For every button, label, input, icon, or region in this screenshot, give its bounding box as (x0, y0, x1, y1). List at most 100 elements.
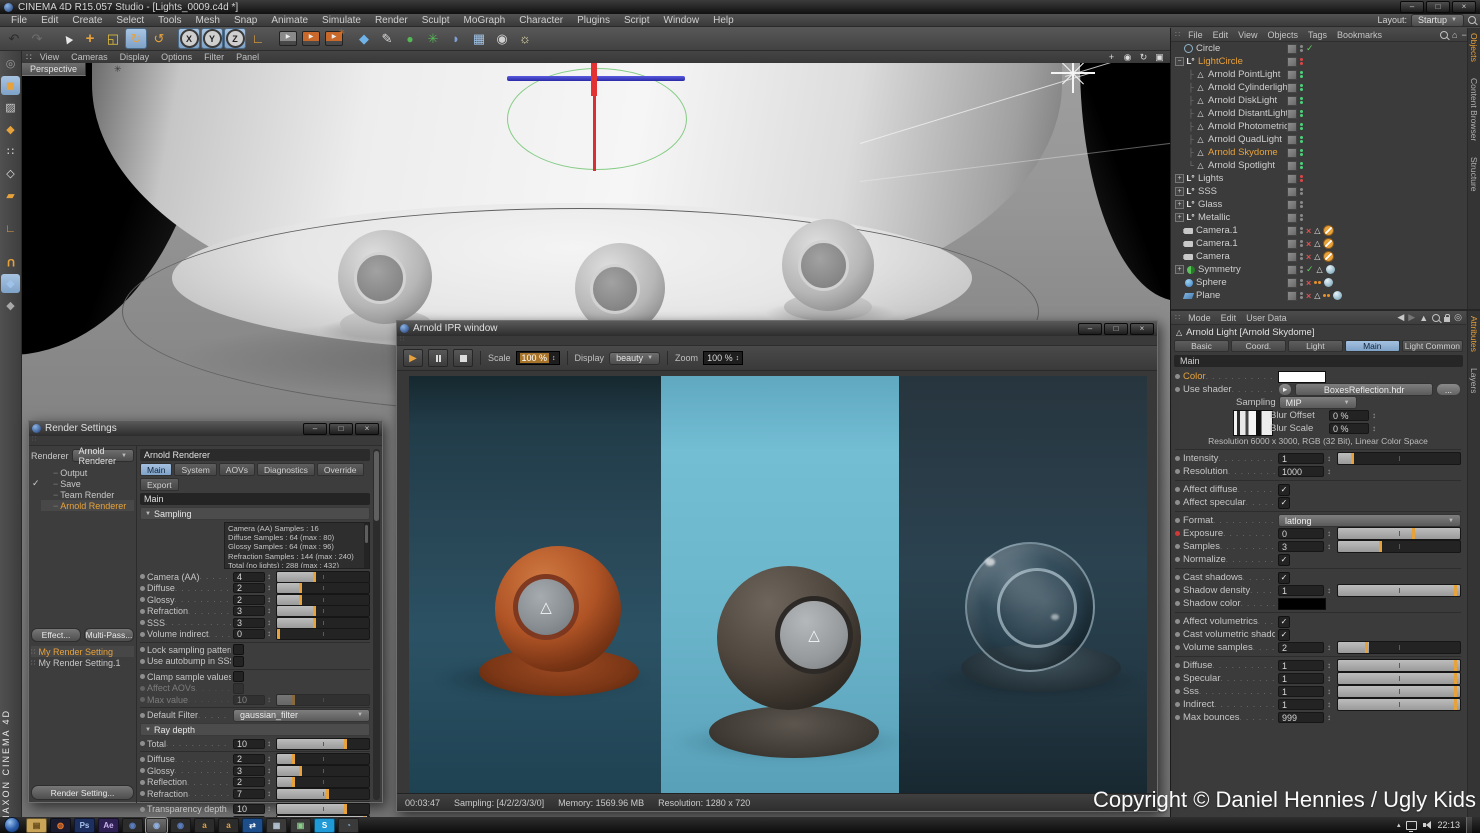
render-settings-window[interactable]: Render Settings –□× ∷ Renderer Arnold Re… (28, 420, 383, 803)
photoshop-icon[interactable]: Ps (74, 818, 95, 833)
window-close-button[interactable]: × (1452, 1, 1476, 13)
checkbox-affect-diffuse[interactable]: ✓ (1278, 484, 1290, 496)
viewport-camera-label[interactable]: Perspective (22, 63, 86, 76)
disabled-cross-icon[interactable]: × (1306, 278, 1311, 288)
disabled-cross-icon[interactable]: × (1306, 239, 1311, 249)
axis-mode-icon[interactable]: ∟ (1, 219, 20, 238)
keyframe-dot-icon[interactable] (1175, 456, 1180, 461)
layer-chip-icon[interactable] (1287, 226, 1297, 236)
keyframe-dot-icon[interactable] (140, 768, 145, 773)
object-row-arnold-disklight[interactable]: ├△Arnold DiskLight (1171, 94, 1466, 107)
value-field[interactable]: 2 (233, 595, 265, 605)
value-field[interactable]: 1 (1278, 660, 1324, 671)
layer-chip-icon[interactable] (1287, 252, 1297, 262)
stepper-icon[interactable]: ↕ (1327, 455, 1334, 463)
om-menu-bookmarks[interactable]: Bookmarks (1332, 30, 1387, 40)
parent-icon[interactable]: ▲ (1419, 313, 1428, 323)
keyframe-dot-icon[interactable] (1175, 619, 1180, 624)
rs-tab-main[interactable]: Main (140, 463, 172, 476)
keyframe-dot-icon[interactable] (1175, 469, 1180, 474)
visibility-dots-icon[interactable] (1300, 110, 1303, 117)
layer-chip-icon[interactable] (1287, 213, 1297, 223)
arnold-tag-icon[interactable]: △ (1314, 226, 1320, 235)
stepper-icon[interactable]: ↕ (1327, 701, 1334, 709)
deformer-icon[interactable]: ✳ (422, 28, 444, 49)
lock-icon[interactable] (1444, 317, 1450, 322)
object-row-lightcircle[interactable]: −L°LightCircle (1171, 55, 1466, 68)
object-row-arnold-skydome[interactable]: ├△Arnold Skydome (1171, 146, 1466, 159)
visibility-dots-icon[interactable] (1300, 123, 1303, 130)
keyframe-dot-icon[interactable] (140, 697, 145, 702)
firefox-icon[interactable]: ◍ (50, 818, 71, 833)
make-editable-icon[interactable]: ◎ (1, 54, 20, 73)
ipr-display-dropdown[interactable]: beauty▼ (609, 352, 660, 365)
slider[interactable] (276, 594, 370, 606)
cinema4d-window-icon[interactable]: ◉ (122, 818, 143, 833)
render-settings-titlebar[interactable]: Render Settings –□× (29, 421, 382, 436)
pan-view-icon[interactable]: + (1105, 52, 1118, 63)
viewport-gear-icon[interactable]: ✳ (114, 64, 122, 75)
om-menu-edit[interactable]: Edit (1208, 30, 1234, 40)
stepper-icon[interactable]: ↕ (1327, 587, 1334, 595)
skype-icon[interactable]: S (314, 818, 335, 833)
keyframe-dot-icon[interactable] (140, 741, 145, 746)
no-entry-tag-icon[interactable] (1323, 251, 1334, 262)
menu-snap[interactable]: Snap (227, 15, 264, 26)
screenshare-app-icon[interactable]: ▣ (290, 818, 311, 833)
slider[interactable] (1337, 527, 1461, 540)
keyframe-dot-icon[interactable] (140, 686, 145, 691)
enabled-check-icon[interactable]: ✓ (1306, 264, 1314, 275)
keyframe-dot-icon[interactable] (1175, 575, 1180, 580)
texture-mode-icon[interactable]: ▨ (1, 98, 20, 117)
render-settings-icon[interactable]: ▶✳ (323, 28, 345, 49)
visibility-dots-icon[interactable] (1300, 292, 1303, 299)
viewport-menu-cameras[interactable]: Cameras (65, 52, 114, 62)
visibility-dots-icon[interactable] (1300, 266, 1303, 273)
render-settings-maximize-button[interactable]: □ (329, 423, 353, 435)
keyframe-dot-icon[interactable] (1175, 588, 1180, 593)
rs-tab-export[interactable]: Export (140, 478, 179, 491)
visibility-dots-icon[interactable] (1300, 201, 1303, 208)
value-field[interactable]: 0 % (1329, 410, 1369, 421)
rs-tree-output[interactable]: −Output (41, 467, 134, 478)
shader-browse-button[interactable]: ... (1436, 383, 1461, 396)
panel-grip-icon[interactable]: ∷ (26, 52, 32, 63)
slider[interactable] (1337, 641, 1461, 654)
tray-expand-icon[interactable]: ▴ (1397, 821, 1401, 829)
show-desktop-button[interactable] (1466, 817, 1472, 833)
panel-tab-layers[interactable]: Layers (1469, 368, 1479, 394)
add-cube-icon[interactable]: ◆ (353, 28, 375, 49)
arnold-tag-icon[interactable]: △ (1314, 252, 1320, 261)
object-row-arnold-pointlight[interactable]: ├△Arnold PointLight (1171, 68, 1466, 81)
rs-tree-arnold-renderer[interactable]: −Arnold Renderer (41, 500, 134, 511)
menu-help[interactable]: Help (706, 15, 741, 26)
object-row-arnold-distantlight[interactable]: ├△Arnold DistantLight (1171, 107, 1466, 120)
workplane-mode-icon[interactable]: ◆ (1, 274, 20, 293)
collapse-icon[interactable]: − (1461, 30, 1466, 40)
search-icon[interactable] (1468, 16, 1476, 24)
visibility-dots-icon[interactable] (1300, 58, 1303, 65)
visibility-dots-icon[interactable] (1300, 240, 1303, 247)
ipr-pause-button[interactable] (428, 349, 448, 367)
slider[interactable] (276, 753, 370, 765)
visibility-dots-icon[interactable] (1300, 214, 1303, 221)
rs-tab-diagnostics[interactable]: Diagnostics (257, 463, 315, 476)
live-selection-icon[interactable]: ▲ (56, 28, 78, 49)
model-mode-icon[interactable]: ◼ (1, 76, 20, 95)
stepper-icon[interactable]: ↕ (267, 619, 274, 627)
color-swatch[interactable] (1278, 371, 1326, 383)
layer-chip-icon[interactable] (1287, 278, 1297, 288)
keyframe-dot-icon[interactable] (1175, 676, 1180, 681)
texture-tag-icon[interactable] (1326, 265, 1335, 274)
visibility-dots-icon[interactable] (1300, 162, 1303, 169)
slider[interactable] (276, 738, 370, 750)
object-row-arnold-quadlight[interactable]: ├△Arnold QuadLight (1171, 133, 1466, 146)
rotate-tool-icon[interactable]: ↻ (125, 28, 147, 49)
history-back-icon[interactable]: ◀ (1397, 312, 1404, 323)
am-menu-edit[interactable]: Edit (1216, 313, 1242, 323)
object-row-arnold-spotlight[interactable]: └△Arnold Spotlight (1171, 159, 1466, 172)
keyframe-dot-icon[interactable] (1175, 544, 1180, 549)
rs-tree-team-render[interactable]: −Team Render (41, 489, 134, 500)
shader-expand-button[interactable]: ▸ (1278, 383, 1292, 396)
keyframe-dot-icon[interactable] (1175, 487, 1180, 492)
